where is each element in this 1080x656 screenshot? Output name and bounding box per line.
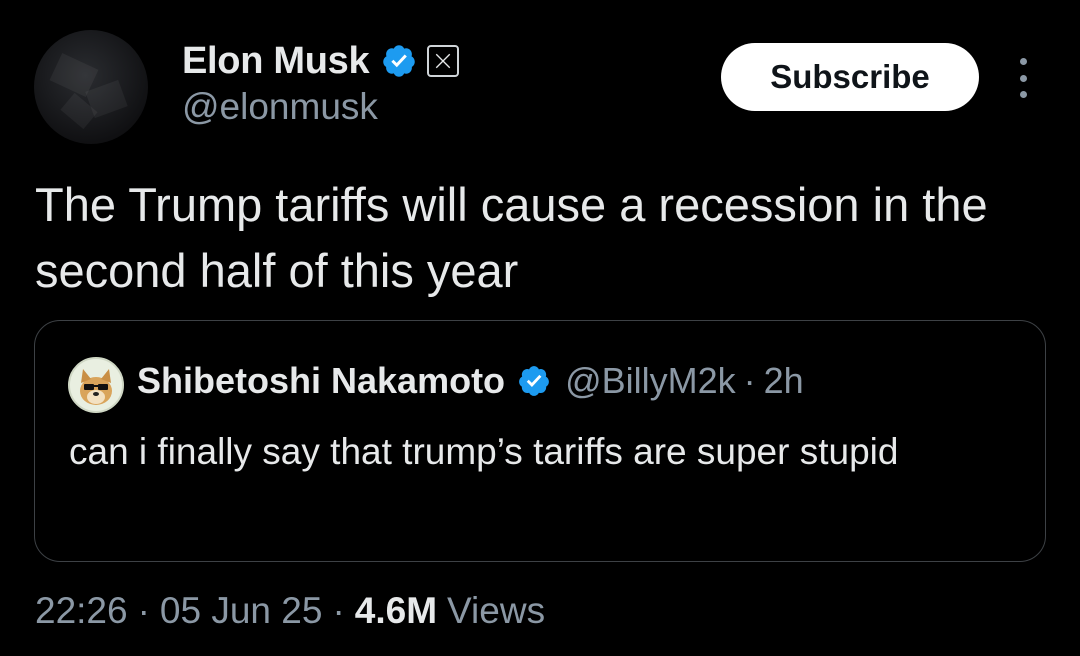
views-label: Views xyxy=(447,590,546,631)
doge-face xyxy=(80,369,112,405)
quoted-display-name[interactable]: Shibetoshi Nakamoto xyxy=(137,360,505,402)
more-dot xyxy=(1019,91,1027,98)
tweet-time[interactable]: 22:26 xyxy=(35,590,128,632)
tweet-date[interactable]: 05 Jun 25 xyxy=(160,590,323,632)
quoted-handle[interactable]: @BillyM2k xyxy=(565,360,736,402)
author-name-row: Elon Musk xyxy=(182,38,460,84)
verified-badge-icon xyxy=(519,366,549,396)
more-dot xyxy=(1019,58,1027,65)
quoted-text: can i finally say that trump’s tariffs a… xyxy=(69,431,899,472)
meta-separator: · xyxy=(332,590,345,631)
quoted-header: Shibetoshi Nakamoto @BillyM2k · 2h xyxy=(137,359,804,403)
quoted-tweet-card[interactable]: Shibetoshi Nakamoto @BillyM2k · 2h can i… xyxy=(34,320,1046,562)
doge-avatar-icon[interactable] xyxy=(68,357,124,413)
views-count[interactable]: 4.6M xyxy=(355,590,437,632)
x-logo-glyph xyxy=(436,53,451,69)
tweet-meta: 22:26 · 05 Jun 25 · 4.6M Views xyxy=(35,588,545,634)
quoted-separator: · xyxy=(743,360,756,401)
quoted-timestamp[interactable]: 2h xyxy=(764,360,804,402)
subscribe-button[interactable]: Subscribe xyxy=(721,43,979,111)
tweet-text: The Trump tariffs will cause a recession… xyxy=(35,178,988,297)
more-vertical-icon[interactable] xyxy=(1010,58,1036,98)
more-dot xyxy=(1019,74,1027,82)
author-display-name[interactable]: Elon Musk xyxy=(182,40,370,83)
meta-separator: · xyxy=(137,590,150,631)
author-handle[interactable]: @elonmusk xyxy=(182,86,378,128)
x-logo-icon[interactable] xyxy=(427,45,460,77)
verified-badge-icon xyxy=(383,45,416,77)
author-avatar[interactable] xyxy=(34,30,148,144)
